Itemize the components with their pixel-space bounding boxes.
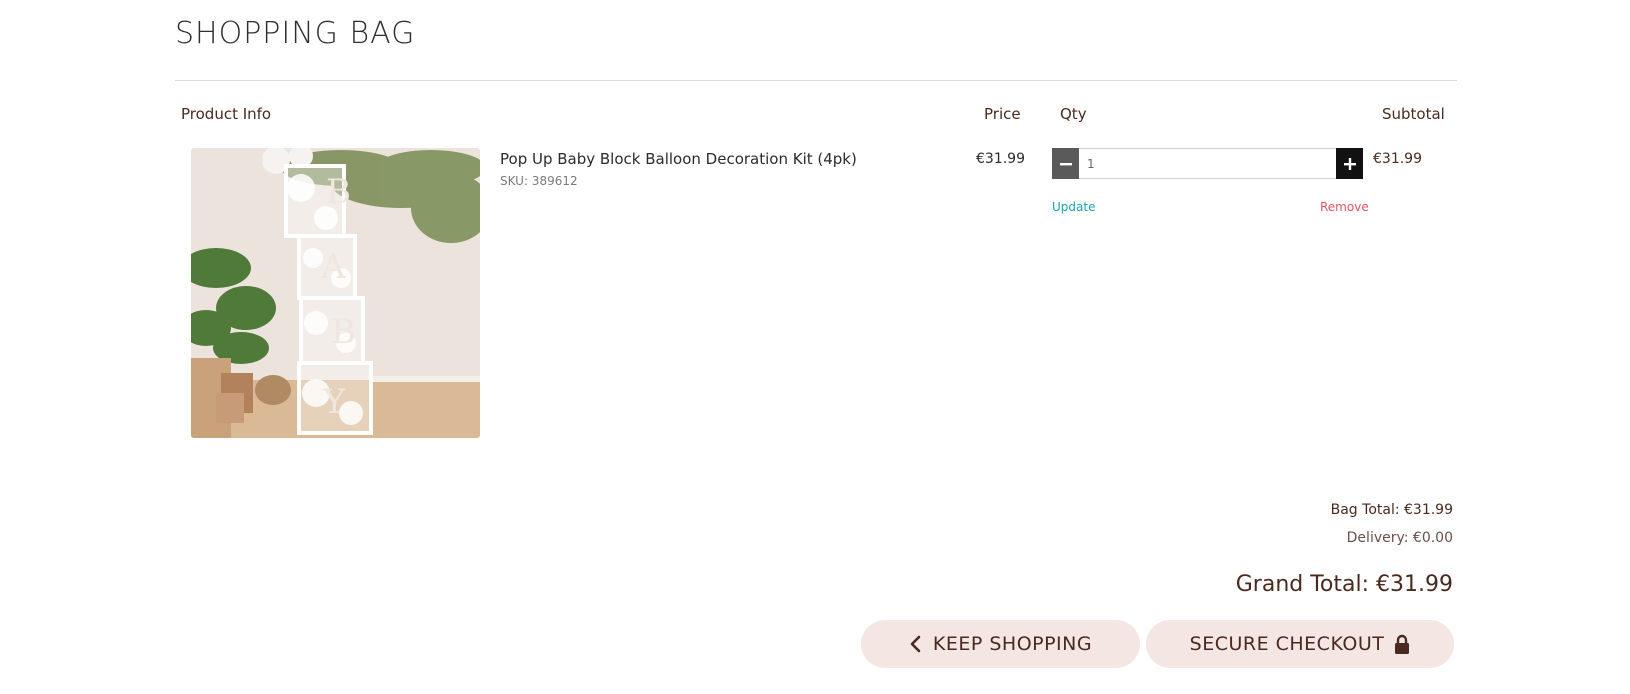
header-qty: Qty [1060,105,1087,123]
plus-icon [1343,157,1356,170]
product-image[interactable]: B A B Y [191,148,480,438]
product-sku: SKU: 389612 [500,174,578,188]
decrease-quantity-button[interactable] [1052,148,1079,179]
svg-text:Y: Y [322,382,346,422]
page-title: SHOPPING BAG [175,16,416,51]
header-price: Price [984,105,1021,123]
header-product-info: Product Info [181,105,272,123]
product-name[interactable]: Pop Up Baby Block Balloon Decoration Kit… [500,150,857,168]
svg-text:B: B [331,312,356,352]
svg-text:A: A [320,247,346,287]
item-price: €31.99 [976,151,1025,167]
increase-quantity-button[interactable] [1336,148,1363,179]
quantity-input[interactable] [1079,148,1336,179]
keep-shopping-button[interactable]: KEEP SHOPPING [861,620,1140,668]
remove-link[interactable]: Remove [1320,200,1369,214]
bag-total: Bag Total: €31.99 [1330,502,1453,518]
title-divider [175,80,1457,81]
minus-icon [1059,162,1072,165]
keep-shopping-label: KEEP SHOPPING [932,633,1093,655]
item-subtotal: €31.99 [1373,151,1422,167]
grand-total: Grand Total: €31.99 [1235,572,1453,597]
header-subtotal: Subtotal [1382,105,1445,123]
chevron-left-icon [910,635,921,653]
update-link[interactable]: Update [1052,200,1095,214]
quantity-stepper [1052,148,1363,179]
svg-text:B: B [326,172,351,212]
secure-checkout-button[interactable]: SECURE CHECKOUT [1146,620,1454,668]
delivery-total: Delivery: €0.00 [1346,530,1453,546]
secure-checkout-label: SECURE CHECKOUT [1189,633,1385,655]
lock-icon [1395,634,1410,654]
